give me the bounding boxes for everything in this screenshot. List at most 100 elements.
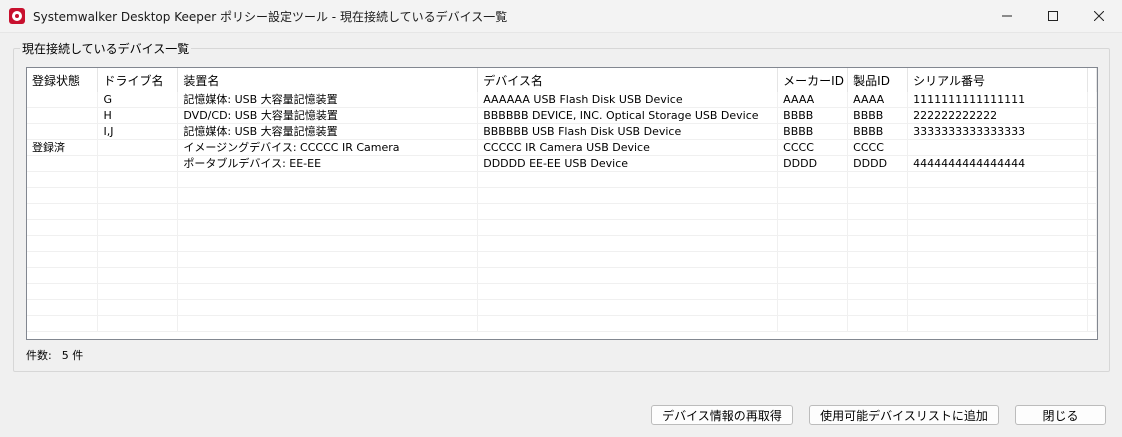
cell-filler bbox=[1087, 299, 1097, 316]
cell-serial-number bbox=[907, 187, 1088, 204]
table-row[interactable]: ポータブルデバイス: EE-EE DDDDD EE-EE USB Device DD… bbox=[27, 155, 1097, 172]
column-header-device-name[interactable]: デバイス名 bbox=[477, 68, 779, 92]
cell-filler bbox=[1087, 315, 1097, 332]
cell-device-type bbox=[177, 283, 479, 300]
table-row[interactable]: H DVD/CD: USB 大容量記憶装置 BBBBBB DEVICE, INC. … bbox=[27, 107, 1097, 124]
window-title: Systemwalker Desktop Keeper ポリシー設定ツール - … bbox=[33, 9, 508, 24]
cell-vendor-id bbox=[777, 235, 849, 252]
cell-device-type: イメージングデバイス: CCCCC IR Camera bbox=[177, 139, 479, 156]
column-header-device-type[interactable]: 装置名 bbox=[177, 68, 479, 92]
cell-serial-number bbox=[907, 235, 1088, 252]
cell-device-type: ポータブルデバイス: EE-EE bbox=[177, 155, 479, 172]
cell-registration-status: 登録済 bbox=[27, 139, 99, 156]
cell-registration-status bbox=[27, 219, 99, 236]
empty-row bbox=[27, 171, 1097, 188]
cell-drive-name bbox=[97, 187, 179, 204]
maximize-button[interactable] bbox=[1030, 0, 1076, 32]
cell-registration-status bbox=[27, 107, 99, 124]
app-icon bbox=[9, 8, 25, 24]
item-count: 件数: 5 件 bbox=[26, 347, 93, 363]
item-count-value: 5 件 bbox=[61, 349, 84, 362]
cell-product-id bbox=[847, 251, 909, 268]
cell-registration-status bbox=[27, 155, 99, 172]
cell-device-type bbox=[177, 235, 479, 252]
close-button[interactable] bbox=[1076, 0, 1122, 32]
cell-serial-number bbox=[907, 315, 1088, 332]
cell-drive-name bbox=[97, 219, 179, 236]
cell-device-type bbox=[177, 171, 479, 188]
cell-serial-number bbox=[907, 299, 1088, 316]
empty-row bbox=[27, 315, 1097, 332]
cell-serial-number bbox=[907, 283, 1088, 300]
cell-filler bbox=[1087, 92, 1097, 108]
cell-filler bbox=[1087, 139, 1097, 156]
cell-vendor-id: DDDD bbox=[777, 155, 849, 172]
cell-device-name: AAAAAA USB Flash Disk USB Device bbox=[477, 92, 779, 108]
refresh-device-info-button[interactable]: デバイス情報の再取得 bbox=[651, 405, 793, 425]
cell-filler bbox=[1087, 123, 1097, 140]
table-row[interactable]: I,J 記憶媒体: USB 大容量記憶装置 BBBBBB USB Flash Dis… bbox=[27, 123, 1097, 140]
table-row[interactable]: 登録済 イメージングデバイス: CCCCC IR Camera CCCCC IR C… bbox=[27, 139, 1097, 156]
cell-filler bbox=[1087, 283, 1097, 300]
cell-product-id bbox=[847, 219, 909, 236]
empty-row bbox=[27, 203, 1097, 220]
cell-product-id bbox=[847, 203, 909, 220]
cell-vendor-id bbox=[777, 219, 849, 236]
empty-row bbox=[27, 267, 1097, 284]
cell-device-type bbox=[177, 299, 479, 316]
minimize-button[interactable] bbox=[984, 0, 1030, 32]
cell-product-id: AAAA bbox=[847, 92, 909, 108]
cell-registration-status bbox=[27, 187, 99, 204]
table-row[interactable]: G 記憶媒体: USB 大容量記憶装置 AAAAAA USB Flash Disk … bbox=[27, 92, 1097, 108]
cell-vendor-id bbox=[777, 267, 849, 284]
cell-vendor-id bbox=[777, 251, 849, 268]
window-controls bbox=[984, 0, 1122, 32]
cell-registration-status bbox=[27, 267, 99, 284]
empty-row bbox=[27, 283, 1097, 300]
cell-product-id bbox=[847, 299, 909, 316]
cell-drive-name bbox=[97, 139, 179, 156]
cell-device-type bbox=[177, 187, 479, 204]
close-dialog-button[interactable]: 閉じる bbox=[1015, 405, 1106, 425]
cell-registration-status bbox=[27, 171, 99, 188]
cell-drive-name bbox=[97, 235, 179, 252]
close-icon bbox=[1094, 11, 1104, 21]
cell-vendor-id bbox=[777, 203, 849, 220]
empty-row bbox=[27, 235, 1097, 252]
column-header-vendor-id[interactable]: メーカーID bbox=[777, 68, 849, 92]
cell-device-name: BBBBBB USB Flash Disk USB Device bbox=[477, 123, 779, 140]
cell-serial-number: 222222222222 bbox=[907, 107, 1088, 124]
cell-registration-status bbox=[27, 315, 99, 332]
cell-serial-number bbox=[907, 219, 1088, 236]
cell-registration-status bbox=[27, 283, 99, 300]
cell-drive-name bbox=[97, 299, 179, 316]
cell-filler bbox=[1087, 155, 1097, 172]
cell-product-id: BBBB bbox=[847, 123, 909, 140]
cell-vendor-id: BBBB bbox=[777, 107, 849, 124]
add-to-allowed-list-button[interactable]: 使用可能デバイスリストに追加 bbox=[809, 405, 999, 425]
column-header-registration-status[interactable]: 登録状態 bbox=[27, 68, 99, 92]
cell-vendor-id: AAAA bbox=[777, 92, 849, 108]
cell-serial-number bbox=[907, 203, 1088, 220]
item-count-label: 件数: bbox=[26, 349, 52, 362]
empty-row bbox=[27, 187, 1097, 204]
cell-drive-name bbox=[97, 283, 179, 300]
cell-filler bbox=[1087, 171, 1097, 188]
column-header-product-id[interactable]: 製品ID bbox=[847, 68, 909, 92]
column-header-drive-name[interactable]: ドライブ名 bbox=[97, 68, 179, 92]
cell-drive-name bbox=[97, 315, 179, 332]
cell-serial-number: 4444444444444444 bbox=[907, 155, 1088, 172]
cell-product-id bbox=[847, 235, 909, 252]
column-header-filler bbox=[1087, 68, 1097, 92]
cell-product-id: BBBB bbox=[847, 107, 909, 124]
cell-device-type: 記憶媒体: USB 大容量記憶装置 bbox=[177, 92, 479, 108]
device-list[interactable]: 登録状態 ドライブ名 装置名 デバイス名 メーカーID 製品ID シリアル番号 … bbox=[26, 67, 1098, 340]
cell-filler bbox=[1087, 203, 1097, 220]
cell-registration-status bbox=[27, 203, 99, 220]
cell-product-id bbox=[847, 283, 909, 300]
column-header-serial-number[interactable]: シリアル番号 bbox=[907, 68, 1088, 92]
empty-row bbox=[27, 251, 1097, 268]
cell-drive-name bbox=[97, 155, 179, 172]
empty-row bbox=[27, 299, 1097, 316]
cell-product-id bbox=[847, 187, 909, 204]
